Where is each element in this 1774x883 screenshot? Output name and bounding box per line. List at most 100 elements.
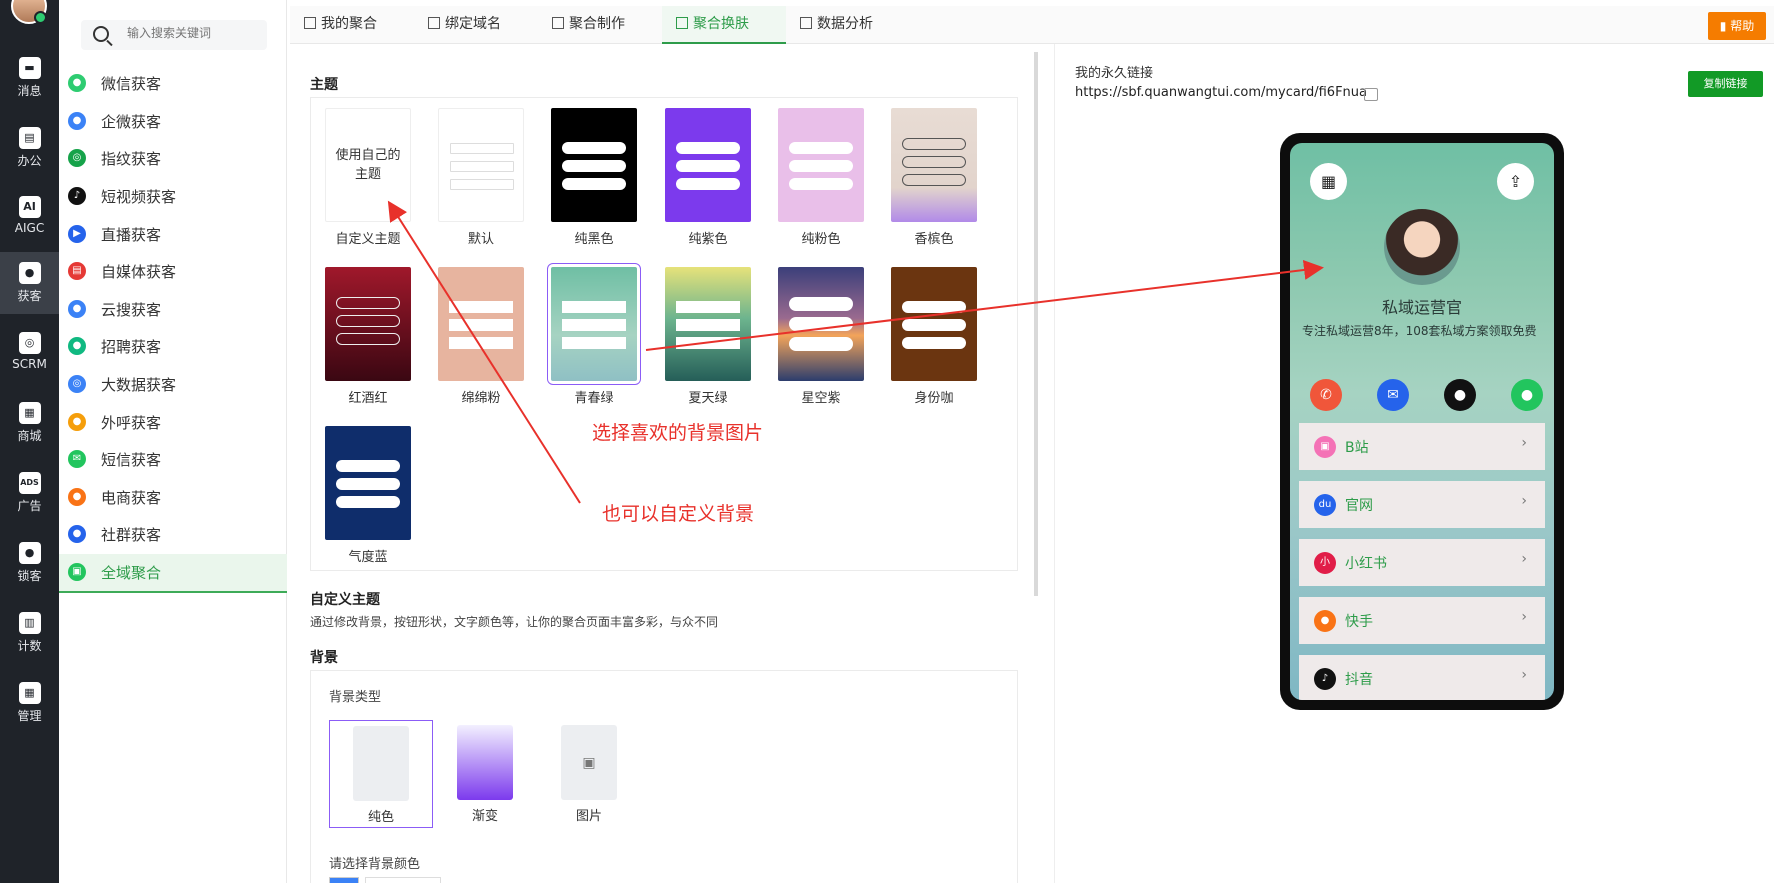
rail-item-office[interactable]: ▤ 办公 xyxy=(0,117,59,179)
rail-item-aigc[interactable]: AI AIGC xyxy=(0,186,59,248)
rail-item-scrm[interactable]: ◎ SCRM xyxy=(0,322,59,384)
search-icon xyxy=(93,26,109,42)
bg-type-image[interactable]: ▣ 图片 xyxy=(537,720,641,828)
message-icon: ▬ xyxy=(18,57,41,79)
wechat-contact-icon[interactable]: ● xyxy=(1511,379,1543,411)
permanent-link-url[interactable]: https://sbf.quanwangtui.com/mycard/fi6Fn… xyxy=(1075,85,1367,100)
chart-icon xyxy=(800,17,812,29)
sidebar-item-sms[interactable]: ✉ 短信获客 xyxy=(59,441,287,477)
count-icon: ▥ xyxy=(18,612,41,634)
search-box[interactable] xyxy=(81,20,267,50)
edit-link-icon[interactable] xyxy=(1364,88,1378,101)
recruit-icon: ● xyxy=(68,337,86,355)
rail-item-ads[interactable]: ADS 广告 xyxy=(0,462,59,524)
self-media-icon: ▤ xyxy=(68,262,86,280)
theme-starry-purple[interactable]: 星空紫 xyxy=(778,267,864,406)
sidebar-item-short-video[interactable]: ♪ 短视频获客 xyxy=(59,178,287,214)
theme-thumb xyxy=(778,108,864,222)
bg-type-gradient[interactable]: 渐变 xyxy=(433,720,537,828)
link-item-xiaohongshu[interactable]: 小小红书 › xyxy=(1299,539,1545,586)
tab-skin[interactable]: 聚合换肤 xyxy=(662,6,786,44)
rail-item-count[interactable]: ▥ 计数 xyxy=(0,602,59,664)
theme-soft-pink[interactable]: 绵绵粉 xyxy=(438,267,524,406)
sidebar-item-wechat[interactable]: ● 微信获客 xyxy=(59,65,287,101)
sidebar-item-community[interactable]: ● 社群获客 xyxy=(59,516,287,552)
theme-custom[interactable]: 使用自己的主题 自定义主题 xyxy=(325,108,411,247)
bg-type-solid[interactable]: 纯色 xyxy=(329,720,433,828)
color-value-input[interactable] xyxy=(365,877,441,883)
link-item-douyin[interactable]: ♪ 抖音 › xyxy=(1299,655,1545,700)
scrollbar[interactable] xyxy=(1034,52,1038,596)
share-icon[interactable]: ⇪ xyxy=(1497,163,1534,200)
permanent-link-label: 我的永久链接 xyxy=(1075,66,1154,81)
theme-summer-green[interactable]: 夏天绿 xyxy=(665,267,751,406)
tab-make-aggregation[interactable]: 聚合制作 xyxy=(538,6,639,44)
email-icon[interactable]: ✉ xyxy=(1377,379,1409,411)
rail-item-acquire[interactable]: ● 获客 xyxy=(0,252,59,314)
sidebar-item-omnichannel[interactable]: ▣ 全域聚合 xyxy=(59,554,287,593)
acquire-icon: ● xyxy=(18,262,41,284)
theme-champagne[interactable]: 香槟色 xyxy=(891,108,977,247)
shop-icon: ▦ xyxy=(18,402,41,424)
sidebar-item-big-data[interactable]: ◎ 大数据获客 xyxy=(59,366,287,402)
theme-wine-red[interactable]: 红酒红 xyxy=(325,267,411,406)
fingerprint-icon: ◎ xyxy=(68,149,86,167)
rail-item-shop[interactable]: ▦ 商城 xyxy=(0,392,59,454)
qq-icon[interactable]: ● xyxy=(1444,379,1476,411)
custom-theme-title: 自定义主题 xyxy=(310,592,380,608)
app-rail: ▬ 消息 ▤ 办公 AI AIGC ● 获客 ◎ SCRM ▦ 商城 ADS 广告 ● 锁客 ▥… xyxy=(0,0,59,883)
sidebar-item-recruit[interactable]: ● 招聘获客 xyxy=(59,328,287,364)
tab-bind-domain[interactable]: 绑定域名 xyxy=(414,6,515,44)
user-avatar[interactable] xyxy=(11,0,47,24)
color-swatch[interactable] xyxy=(329,877,359,883)
qrcode-icon[interactable]: ▦ xyxy=(1310,163,1347,200)
theme-thumb xyxy=(665,267,751,381)
theme-thumb xyxy=(325,267,411,381)
rail-item-lock[interactable]: ● 锁客 xyxy=(0,532,59,594)
tab-my-aggregation[interactable]: 我的聚合 xyxy=(290,6,391,44)
link-item-website[interactable]: du 官网 › xyxy=(1299,481,1545,528)
theme-youth-green[interactable]: 青春绿 xyxy=(547,263,641,406)
search-input[interactable] xyxy=(127,26,257,40)
solid-swatch xyxy=(353,726,409,801)
theme-thumb: 使用自己的主题 xyxy=(325,108,411,222)
theme-thumb xyxy=(665,108,751,222)
sidebar-item-wecom[interactable]: ● 企微获客 xyxy=(59,103,287,139)
preview-panel: 我的永久链接 https://sbf.quanwangtui.com/mycar… xyxy=(1054,44,1774,883)
theme-identity-coffee[interactable]: 身份咖 xyxy=(891,267,977,406)
sidebar-item-self-media[interactable]: ▤ 自媒体获客 xyxy=(59,253,287,289)
sidebar: ●微信获客 ●企微获客 ◎指纹获客 ♪短视频获客 ▶直播获客 ▤自媒体获客 ●云… xyxy=(59,0,287,883)
theme-default[interactable]: 默认 xyxy=(438,108,524,247)
chevron-right-icon: › xyxy=(1521,435,1527,451)
sidebar-item-live[interactable]: ▶ 直播获客 xyxy=(59,216,287,252)
bilibili-icon: ▣ xyxy=(1314,436,1336,458)
sidebar-item-ecommerce[interactable]: ● 电商获客 xyxy=(59,479,287,515)
rail-item-manage[interactable]: ▦ 管理 xyxy=(0,672,59,734)
theme-grace-blue[interactable]: 气度蓝 xyxy=(325,426,411,565)
edit-icon xyxy=(552,17,564,29)
tab-analytics[interactable]: 数据分析 xyxy=(786,6,887,44)
copy-link-button[interactable]: 复制链接 xyxy=(1688,71,1763,97)
help-button[interactable]: ▮ 帮助 xyxy=(1708,12,1766,40)
annotation-custom-bg: 也可以自定义背景 xyxy=(602,503,755,525)
ecommerce-icon: ● xyxy=(68,488,86,506)
sidebar-item-fingerprint[interactable]: ◎ 指纹获客 xyxy=(59,140,287,176)
image-icon: ▣ xyxy=(561,725,617,800)
annotation-pick-bg: 选择喜欢的背景图片 xyxy=(592,422,764,444)
sidebar-item-cloud-search[interactable]: ● 云搜获客 xyxy=(59,291,287,327)
phone-screen: ▦ ⇪ 私域运营官 专注私域运营8年，108套私域方案领取免费 ✆ ✉ ● ● … xyxy=(1290,143,1554,700)
phone-icon[interactable]: ✆ xyxy=(1310,379,1342,411)
link-item-kuaishou[interactable]: ● 快手 › xyxy=(1299,597,1545,644)
manage-icon: ▦ xyxy=(18,682,41,704)
theme-purple[interactable]: 纯紫色 xyxy=(665,108,751,247)
bg-type-label: 背景类型 xyxy=(329,690,382,705)
theme-pink[interactable]: 纯粉色 xyxy=(778,108,864,247)
sidebar-item-outbound[interactable]: ● 外呼获客 xyxy=(59,404,287,440)
cloud-search-icon: ● xyxy=(68,300,86,318)
rail-item-message[interactable]: ▬ 消息 xyxy=(0,47,59,109)
theme-black[interactable]: 纯黑色 xyxy=(551,108,637,247)
link-item-bilibili[interactable]: ▣ B站 › xyxy=(1299,423,1545,470)
theme-thumb xyxy=(778,267,864,381)
theme-thumb xyxy=(551,108,637,222)
aggregation-icon xyxy=(304,17,316,29)
